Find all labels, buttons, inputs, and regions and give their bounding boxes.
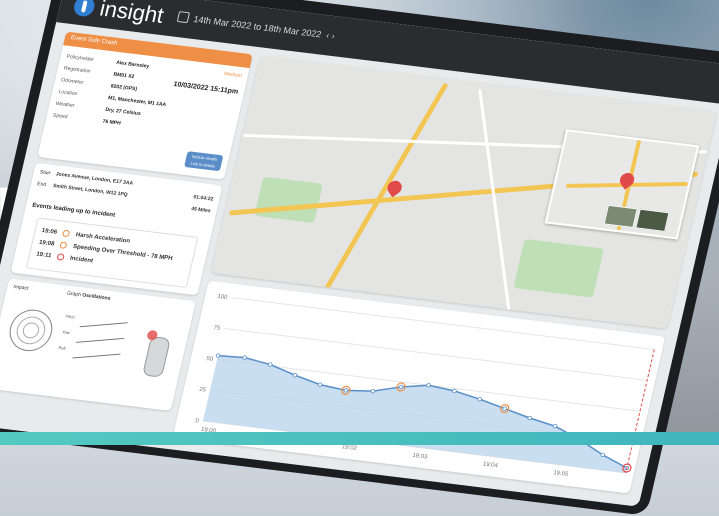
y-tick-label: 25 [199, 387, 208, 394]
event-datetime: 10/03/2022 15:11pm [172, 80, 239, 96]
start-label: Start [39, 169, 52, 177]
vehicle-health-button[interactable]: Vehicle Health Link to details [184, 151, 224, 172]
date-range: 14th Mar 2022 to 18th Mar 2022 [192, 13, 323, 39]
field-value: Dry, 27 Celsius [104, 106, 142, 118]
map-road [478, 88, 511, 311]
severity-label: Medium [223, 71, 243, 80]
axis-label-roll: Roll [58, 344, 67, 351]
event-label: Harsh Acceleration [75, 231, 131, 245]
dashboard: insight 14th Mar 2022 to 18th Mar 2022 ‹… [0, 0, 719, 507]
data-point [292, 373, 298, 378]
teal-footer-bar [0, 432, 719, 445]
data-point [215, 353, 221, 358]
data-point [452, 388, 457, 394]
app-name: insight [97, 0, 167, 28]
incident-marker-icon [56, 253, 65, 261]
data-point [343, 388, 349, 393]
roll-trace [72, 345, 123, 359]
end-label: End [36, 181, 47, 189]
field-value: BM01 X2 [112, 71, 135, 81]
field-value: Alex Barnsley [115, 59, 150, 70]
event-time: 19:06 [41, 227, 58, 236]
y-tick-label: 50 [206, 356, 215, 363]
event-time: 19:08 [38, 239, 55, 248]
event-label: Incident [69, 255, 94, 264]
field-key: Policyholder [65, 53, 95, 63]
events-list: 19:06 Harsh Acceleration 19:08 Speeding … [25, 217, 199, 289]
y-tick-label: 100 [217, 294, 229, 301]
street-view-thumbnail[interactable] [603, 204, 638, 229]
x-tick-label: 19:04 [482, 462, 499, 470]
y-tick-label: 75 [213, 325, 222, 332]
data-point [242, 355, 247, 360]
map-inset[interactable] [544, 129, 700, 240]
oscillations-label: Oscillations [81, 292, 112, 302]
events-title: Events leading up to incident [31, 202, 116, 219]
event-time: 19:11 [35, 251, 52, 259]
data-point [398, 384, 404, 390]
data-point [268, 362, 273, 367]
x-tick-label: 19:02 [341, 444, 358, 452]
insight-logo-icon [72, 0, 97, 18]
data-point [600, 452, 605, 458]
axis-label-pitch: Pitch [65, 313, 76, 320]
data-point [370, 388, 376, 394]
impact-target-icon [5, 307, 57, 354]
event-card: Event Side Crash Medium 10/03/2022 15:11… [37, 31, 253, 180]
date-range-picker[interactable]: 14th Mar 2022 to 18th Mar 2022 ‹ › [176, 11, 336, 41]
pitch-trace [79, 314, 130, 328]
map-park [513, 238, 605, 298]
field-key: Speed [52, 112, 69, 121]
incident-line [625, 349, 655, 474]
car-topview-icon [142, 336, 171, 378]
field-key: Registration [63, 65, 92, 75]
end-address: Smith Street, London, W12 1PQ [52, 183, 129, 199]
event-marker-icon [59, 241, 68, 250]
data-point [502, 406, 507, 411]
field-value: M1, Manchester, M1 1AA [107, 95, 167, 109]
graph-title: Graph Oscillations [66, 291, 111, 302]
data-point [527, 415, 532, 421]
map-park [254, 176, 323, 224]
trip-duration: 01:04:22 [192, 194, 214, 203]
event-row[interactable]: 19:11 Incident [36, 251, 94, 265]
field-key: Location [57, 89, 78, 98]
field-value: 8202 (GPS) [110, 83, 138, 93]
event-marker-icon [62, 229, 71, 238]
field-key: Odometer [60, 77, 84, 86]
field-key: Weather [55, 100, 76, 109]
axis-label-yaw: Yaw [61, 329, 71, 336]
graph-label: Graph [66, 290, 82, 299]
calendar-icon [176, 11, 191, 24]
app-logo[interactable]: insight [71, 0, 166, 29]
x-tick-label: 19:03 [412, 453, 429, 461]
trip-distance: 45 Miles [190, 206, 212, 215]
data-point [552, 423, 558, 429]
impact-panel: Impact Graph Oscillations Pitch Yaw Roll [0, 278, 196, 412]
route-map[interactable] [210, 55, 718, 329]
date-nav-arrows[interactable]: ‹ › [325, 30, 336, 41]
impact-title: Impact [12, 283, 29, 292]
data-point [477, 396, 482, 402]
y-tick-label: 0 [195, 418, 200, 424]
data-point [317, 382, 323, 387]
x-tick-label: 19:05 [553, 470, 570, 478]
data-point [426, 383, 431, 388]
route-panel: Start Jones Avenue, London, E17 3AA 01:0… [10, 162, 223, 296]
field-value: 76 MPH [101, 118, 122, 127]
yaw-trace [76, 330, 126, 343]
satellite-thumbnail[interactable] [635, 208, 670, 232]
